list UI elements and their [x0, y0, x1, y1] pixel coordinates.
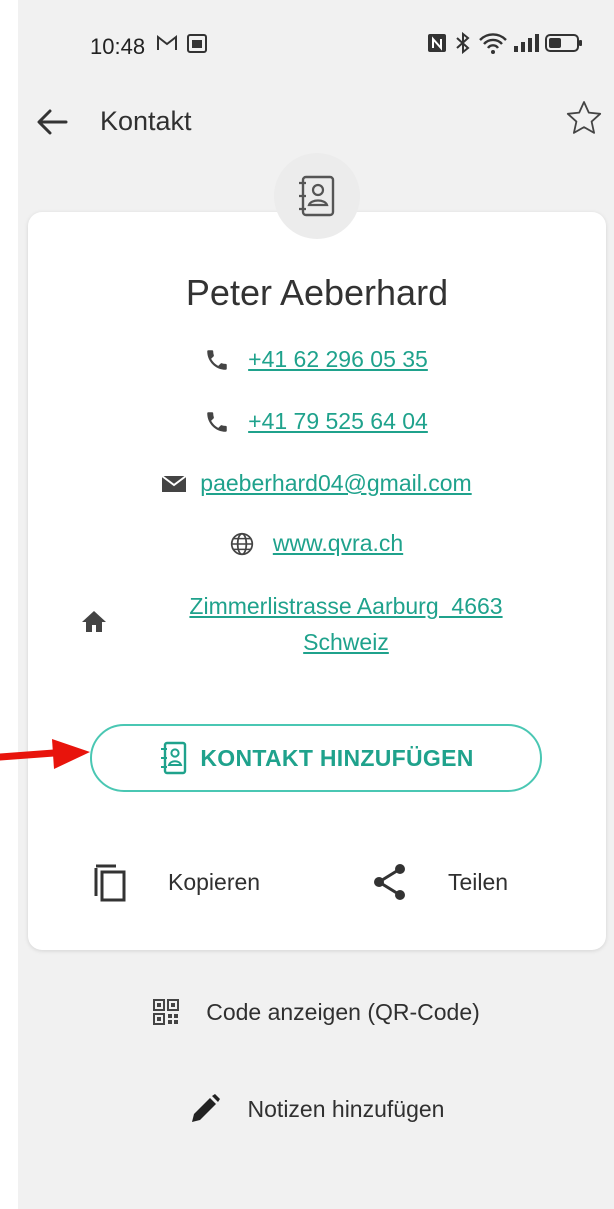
- phone-row-1: +41 62 296 05 35: [18, 346, 614, 373]
- gmail-notification-icon: [157, 34, 177, 50]
- mail-icon: [161, 474, 187, 492]
- phone-link-2[interactable]: +41 79 525 64 04: [248, 408, 428, 435]
- status-time: 10:48: [90, 34, 146, 59]
- page-title: Kontakt: [100, 106, 192, 136]
- calendar-notification-icon: [187, 34, 207, 53]
- share-button[interactable]: Teilen: [372, 862, 508, 902]
- share-icon: [374, 864, 405, 900]
- phone-icon: [207, 349, 227, 370]
- copy-icon: [94, 864, 126, 902]
- home-icon: [82, 611, 106, 632]
- address-book-icon: [161, 741, 187, 775]
- annotation-arrow-icon: [0, 739, 90, 769]
- top-app-bar: Kontakt: [18, 88, 614, 152]
- copy-button[interactable]: Kopieren: [92, 862, 260, 902]
- globe-icon: [230, 532, 253, 555]
- contact-card: [28, 212, 606, 950]
- favorite-star-icon[interactable]: [564, 98, 604, 138]
- nfc-icon: [428, 34, 446, 52]
- email-row: paeberhard04@gmail.com: [18, 470, 614, 497]
- website-row: www.qvra.ch: [18, 530, 614, 557]
- show-qr-code-label: Code anzeigen (QR-Code): [206, 998, 480, 1025]
- share-label: Teilen: [448, 868, 509, 895]
- phone-row-2: +41 79 525 64 04: [18, 408, 614, 435]
- add-contact-button[interactable]: KONTAKT HINZUFÜGEN: [90, 724, 542, 792]
- copy-label: Kopieren: [168, 868, 261, 895]
- add-notes-label: Notizen hinzufügen: [247, 1095, 445, 1122]
- email-link[interactable]: paeberhard04@gmail.com: [200, 470, 471, 497]
- contact-avatar: [274, 153, 360, 239]
- add-notes-button[interactable]: Notizen hinzufügen: [18, 1092, 614, 1126]
- battery-icon: [545, 34, 582, 52]
- show-qr-code-button[interactable]: Code anzeigen (QR-Code): [18, 998, 614, 1026]
- add-contact-label: KONTAKT HINZUFÜGEN: [200, 744, 474, 771]
- pencil-icon: [191, 1094, 220, 1122]
- bluetooth-icon: [456, 32, 470, 54]
- status-bar: 10:48: [18, 0, 614, 88]
- website-link[interactable]: www.qvra.ch: [273, 530, 403, 557]
- phone-icon: [207, 411, 227, 432]
- address-book-icon: [299, 175, 335, 217]
- address-link[interactable]: Zimmerlistrasse Aarburg 4663 Schweiz: [146, 588, 546, 660]
- app-screen: 10:48 Kontakt Peter Aeberhard +41 62 296…: [18, 0, 614, 1209]
- signal-icon: [514, 34, 539, 52]
- wifi-icon: [479, 33, 507, 54]
- back-arrow-icon[interactable]: [32, 102, 72, 142]
- contact-name: Peter Aeberhard: [185, 272, 449, 313]
- qr-code-icon: [153, 999, 180, 1025]
- address-line-2: Schweiz: [303, 629, 389, 655]
- phone-link-1[interactable]: +41 62 296 05 35: [248, 346, 428, 373]
- address-line-1: Zimmerlistrasse Aarburg 4663: [189, 593, 503, 619]
